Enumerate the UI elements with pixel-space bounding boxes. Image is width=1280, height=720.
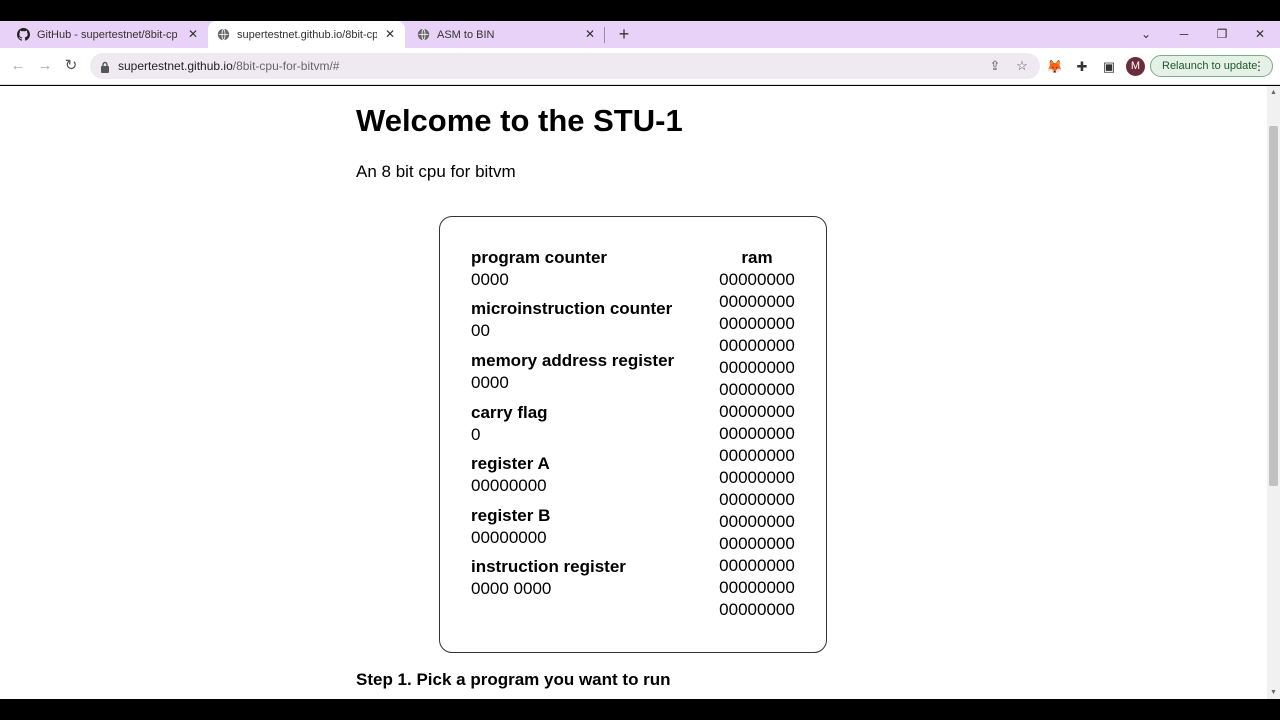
bottom-black-bar xyxy=(0,699,1280,720)
tab-title: GitHub - supertestnet/8bit-cpu- xyxy=(37,28,177,41)
ram-row: 00000000 xyxy=(719,358,795,377)
extensions-puzzle-icon[interactable]: ✚ xyxy=(1073,58,1091,76)
tab-search-icon[interactable]: ⌄ xyxy=(1134,24,1158,44)
metamask-fox-icon[interactable]: 🦊 xyxy=(1046,58,1064,76)
scroll-down-arrow-icon[interactable]: ▼ xyxy=(1270,689,1277,696)
globe-icon xyxy=(416,28,430,42)
top-black-bar xyxy=(0,0,1280,21)
menu-dots-icon[interactable]: ⋮ xyxy=(1253,56,1265,76)
url-host: supertestnet.github.io xyxy=(118,59,233,73)
ram-row: 00000000 xyxy=(719,490,795,509)
browser-toolbar: ← → ↻ supertestnet.github.io/8bit-cpu-fo… xyxy=(0,48,1280,85)
register-label: register B xyxy=(471,506,551,525)
register-program-counter: program counter 0000 xyxy=(471,247,607,291)
page-viewport: Welcome to the STU-1 An 8 bit cpu for bi… xyxy=(0,86,1267,699)
ram-row: 00000000 xyxy=(719,292,795,311)
register-value: 00 xyxy=(471,321,490,340)
relaunch-label: Relaunch to update xyxy=(1162,60,1258,72)
close-icon[interactable]: ✕ xyxy=(583,27,597,41)
bookmark-star-icon[interactable]: ☆ xyxy=(1014,58,1030,74)
ram-row: 00000000 xyxy=(719,380,795,399)
ram-row: 00000000 xyxy=(719,578,795,597)
register-a: register A 00000000 xyxy=(471,453,550,497)
tab-separator xyxy=(604,27,605,43)
close-icon[interactable]: ✕ xyxy=(383,27,397,41)
register-label: register A xyxy=(471,454,550,473)
url-path: /8bit-cpu-for-bitvm/# xyxy=(232,59,340,73)
back-arrow-icon[interactable]: ← xyxy=(9,57,27,75)
page-scrollbar[interactable]: ▲ ▼ xyxy=(1267,86,1280,699)
register-label: program counter xyxy=(471,248,608,267)
ram-row: 00000000 xyxy=(719,534,795,553)
minimize-button[interactable]: ─ xyxy=(1172,24,1196,44)
profile-avatar[interactable]: M xyxy=(1126,57,1145,76)
cpu-state-panel: program counter 0000 microinstruction co… xyxy=(439,216,827,653)
register-label: carry flag xyxy=(471,403,548,422)
ram-row: 00000000 xyxy=(719,600,795,619)
register-value: 0000 xyxy=(471,373,509,392)
register-value: 00000000 xyxy=(471,476,547,495)
tab-strip: GitHub - supertestnet/8bit-cpu- ✕ supert… xyxy=(0,21,1280,48)
tab-asm-to-bin[interactable]: ASM to BIN ✕ xyxy=(408,21,605,48)
scroll-up-arrow-icon[interactable]: ▲ xyxy=(1270,89,1277,96)
register-value: 0000 0000 xyxy=(471,579,552,598)
tab-title: ASM to BIN xyxy=(437,28,495,41)
page-subtitle: An 8 bit cpu for bitvm xyxy=(356,162,516,181)
share-icon[interactable]: ⇪ xyxy=(987,58,1003,74)
ram-column: ram 00000000 00000000 00000000 00000000 … xyxy=(717,247,797,621)
scrollbar-thumb[interactable] xyxy=(1269,126,1278,486)
ram-row: 00000000 xyxy=(719,556,795,575)
register-label: instruction register xyxy=(471,557,626,576)
ram-row: 00000000 xyxy=(719,468,795,487)
reload-icon[interactable]: ↻ xyxy=(62,57,80,75)
register-memory-address: memory address register 0000 xyxy=(471,350,674,394)
restore-button[interactable]: ❐ xyxy=(1210,24,1234,44)
ram-row: 00000000 xyxy=(719,336,795,355)
ram-row: 00000000 xyxy=(719,402,795,421)
register-label: memory address register xyxy=(471,351,675,370)
register-label: microinstruction counter xyxy=(471,299,673,318)
tab-github[interactable]: GitHub - supertestnet/8bit-cpu- ✕ xyxy=(8,21,208,48)
ram-row: 00000000 xyxy=(719,270,795,289)
globe-icon xyxy=(216,28,230,42)
register-value: 00000000 xyxy=(471,528,547,547)
ram-row: 00000000 xyxy=(719,424,795,443)
close-window-button[interactable]: ✕ xyxy=(1248,24,1272,44)
register-b: register B 00000000 xyxy=(471,505,550,549)
ram-row: 00000000 xyxy=(719,314,795,333)
forward-arrow-icon[interactable]: → xyxy=(36,57,54,75)
new-tab-button[interactable]: + xyxy=(615,25,633,43)
lock-icon[interactable] xyxy=(100,60,110,73)
github-icon xyxy=(16,28,30,42)
register-instruction: instruction register 0000 0000 xyxy=(471,556,626,600)
tab-title: supertestnet.github.io/8bit-cpu- xyxy=(237,28,377,41)
register-carry-flag: carry flag 0 xyxy=(471,402,548,446)
ram-row: 00000000 xyxy=(719,446,795,465)
step-1-heading: Step 1. Pick a program you want to run xyxy=(356,670,671,689)
register-microinstruction-counter: microinstruction counter 00 xyxy=(471,298,672,342)
side-panel-icon[interactable]: ▣ xyxy=(1100,58,1118,76)
ram-row: 00000000 xyxy=(719,512,795,531)
address-bar[interactable]: supertestnet.github.io/8bit-cpu-for-bitv… xyxy=(90,53,1040,79)
ram-label: ram xyxy=(741,248,773,267)
tab-active[interactable]: supertestnet.github.io/8bit-cpu- ✕ xyxy=(208,21,405,48)
page-title: Welcome to the STU-1 xyxy=(356,103,683,138)
relaunch-button[interactable]: Relaunch to update ⋮ xyxy=(1150,55,1273,77)
url-text[interactable]: supertestnet.github.io/8bit-cpu-for-bitv… xyxy=(118,59,339,73)
close-icon[interactable]: ✕ xyxy=(186,27,200,41)
register-value: 0000 xyxy=(471,270,509,289)
register-value: 0 xyxy=(471,425,481,444)
